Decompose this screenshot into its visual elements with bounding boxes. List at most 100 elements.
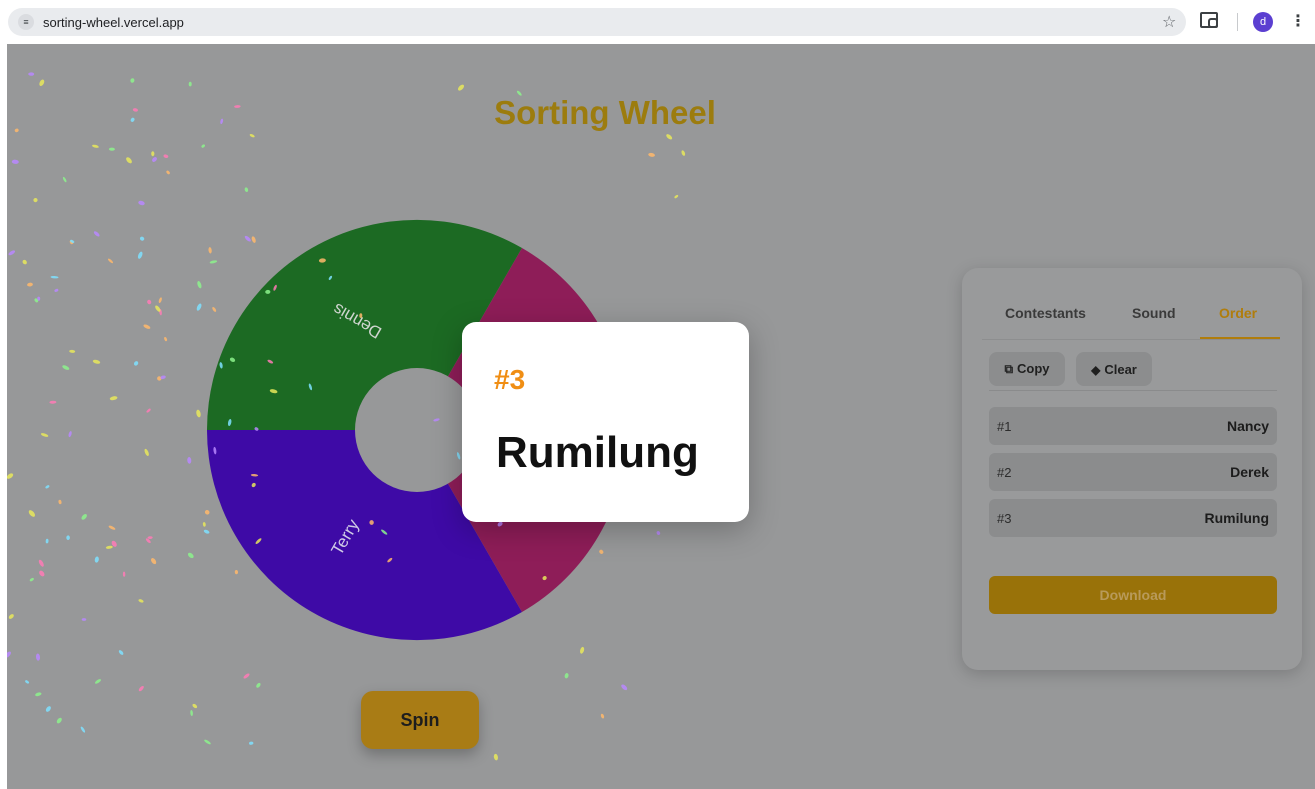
confetti-piece [35, 653, 41, 661]
copy-label: Copy [1017, 361, 1050, 376]
confetti-piece [243, 673, 250, 679]
result-rank: #3 [494, 364, 526, 395]
confetti-piece [27, 282, 33, 287]
confetti-piece [204, 739, 211, 745]
confetti-piece [249, 134, 255, 138]
confetti-piece [45, 538, 49, 544]
site-settings-icon[interactable]: ≡ [18, 14, 34, 30]
confetti-piece [656, 531, 661, 535]
order-name: Derek [1230, 464, 1269, 480]
confetti-piece [145, 538, 151, 544]
download-button[interactable]: Download [989, 576, 1277, 614]
bookmark-star-icon[interactable]: ☆ [1162, 12, 1176, 32]
confetti-piece [493, 753, 498, 761]
confetti-piece [122, 571, 126, 577]
panel-tabs: Contestants Sound Order [982, 296, 1280, 340]
copy-button[interactable]: ⧉ Copy [989, 352, 1065, 386]
confetti-piece [11, 159, 19, 164]
confetti-piece [143, 324, 151, 329]
order-rank: #1 [997, 419, 1012, 434]
confetti-piece [152, 157, 157, 162]
spin-button[interactable]: Spin [361, 691, 479, 749]
confetti-piece [137, 251, 143, 259]
url-text[interactable]: sorting-wheel.vercel.app [43, 15, 184, 30]
confetti-piece [157, 376, 162, 381]
confetti-piece [35, 692, 42, 697]
confetti-piece [62, 176, 67, 183]
confetti-piece [80, 726, 86, 733]
confetti-piece [138, 599, 144, 603]
confetti-piece [159, 308, 162, 316]
confetti-piece [28, 510, 36, 517]
confetti-piece [94, 556, 99, 563]
confetti-piece [151, 151, 155, 157]
confetti-piece [50, 275, 59, 279]
confetti-piece [244, 187, 249, 193]
confetti-piece [126, 157, 132, 164]
confetti-piece [94, 679, 102, 684]
confetti-piece [600, 713, 605, 719]
confetti-piece [155, 305, 161, 312]
confetti-piece [147, 299, 152, 305]
order-name: Nancy [1226, 418, 1269, 434]
confetti-piece [39, 570, 45, 577]
confetti-piece [107, 258, 114, 264]
confetti-piece [160, 375, 166, 380]
confetti-piece [45, 706, 51, 712]
clear-button[interactable]: ◆ Clear [1076, 352, 1152, 386]
result-modal[interactable]: #3 Rumilung [462, 322, 749, 522]
confetti-piece [29, 577, 34, 582]
confetti-piece [68, 431, 72, 438]
confetti-piece [256, 682, 261, 688]
confetti-piece [674, 194, 679, 199]
confetti-piece [201, 144, 205, 148]
confetti-piece [8, 614, 14, 619]
confetti-piece [666, 134, 673, 140]
order-row: #3 Rumilung [989, 499, 1277, 537]
confetti-piece [7, 473, 14, 479]
confetti-piece [56, 717, 62, 724]
confetti-piece [108, 147, 115, 151]
confetti-piece [8, 250, 16, 256]
confetti-piece [681, 150, 686, 156]
confetti-piece [108, 525, 116, 530]
result-name: Rumilung [496, 428, 699, 477]
confetti-piece [81, 514, 87, 520]
confetti-piece [105, 545, 113, 549]
confetti-piece [164, 337, 168, 342]
confetti-piece [70, 239, 75, 244]
clear-label: Clear [1104, 361, 1137, 377]
google-lens-icon[interactable] [1200, 12, 1218, 28]
confetti-piece [45, 485, 50, 489]
copy-icon: ⧉ [1004, 362, 1014, 376]
profile-avatar[interactable]: d [1253, 12, 1273, 32]
tab-contestants[interactable]: Contestants [1005, 305, 1086, 321]
confetti-piece [62, 365, 70, 370]
wheel-hub [355, 368, 479, 492]
order-row: #2 Derek [989, 453, 1277, 491]
address-bar[interactable]: ≡ sorting-wheel.vercel.app ☆ [8, 8, 1186, 36]
confetti-piece [111, 540, 117, 547]
confetti-piece [69, 240, 74, 245]
confetti-piece [28, 72, 35, 76]
actions-divider [989, 390, 1277, 391]
tab-order[interactable]: Order [1219, 305, 1257, 321]
confetti-piece [150, 558, 157, 565]
confetti-piece [144, 448, 149, 456]
confetti-piece [54, 288, 59, 292]
tab-sound[interactable]: Sound [1132, 305, 1176, 321]
confetti-piece [109, 396, 118, 401]
confetti-piece [118, 650, 124, 655]
confetti-piece [39, 79, 45, 87]
confetti-piece [37, 296, 41, 301]
confetti-piece [138, 200, 145, 206]
confetti-piece [166, 170, 170, 175]
eraser-icon: ◆ [1091, 362, 1101, 377]
active-tab-indicator [1200, 337, 1280, 339]
app-page: Sorting Wheel Dennis Terry Spin Contesta… [7, 44, 1315, 789]
confetti-piece [38, 559, 44, 567]
confetti-piece [49, 400, 57, 404]
kebab-menu-icon[interactable]: ⋮ [1290, 11, 1306, 31]
confetti-piece [158, 297, 162, 304]
confetti-piece [648, 152, 655, 157]
